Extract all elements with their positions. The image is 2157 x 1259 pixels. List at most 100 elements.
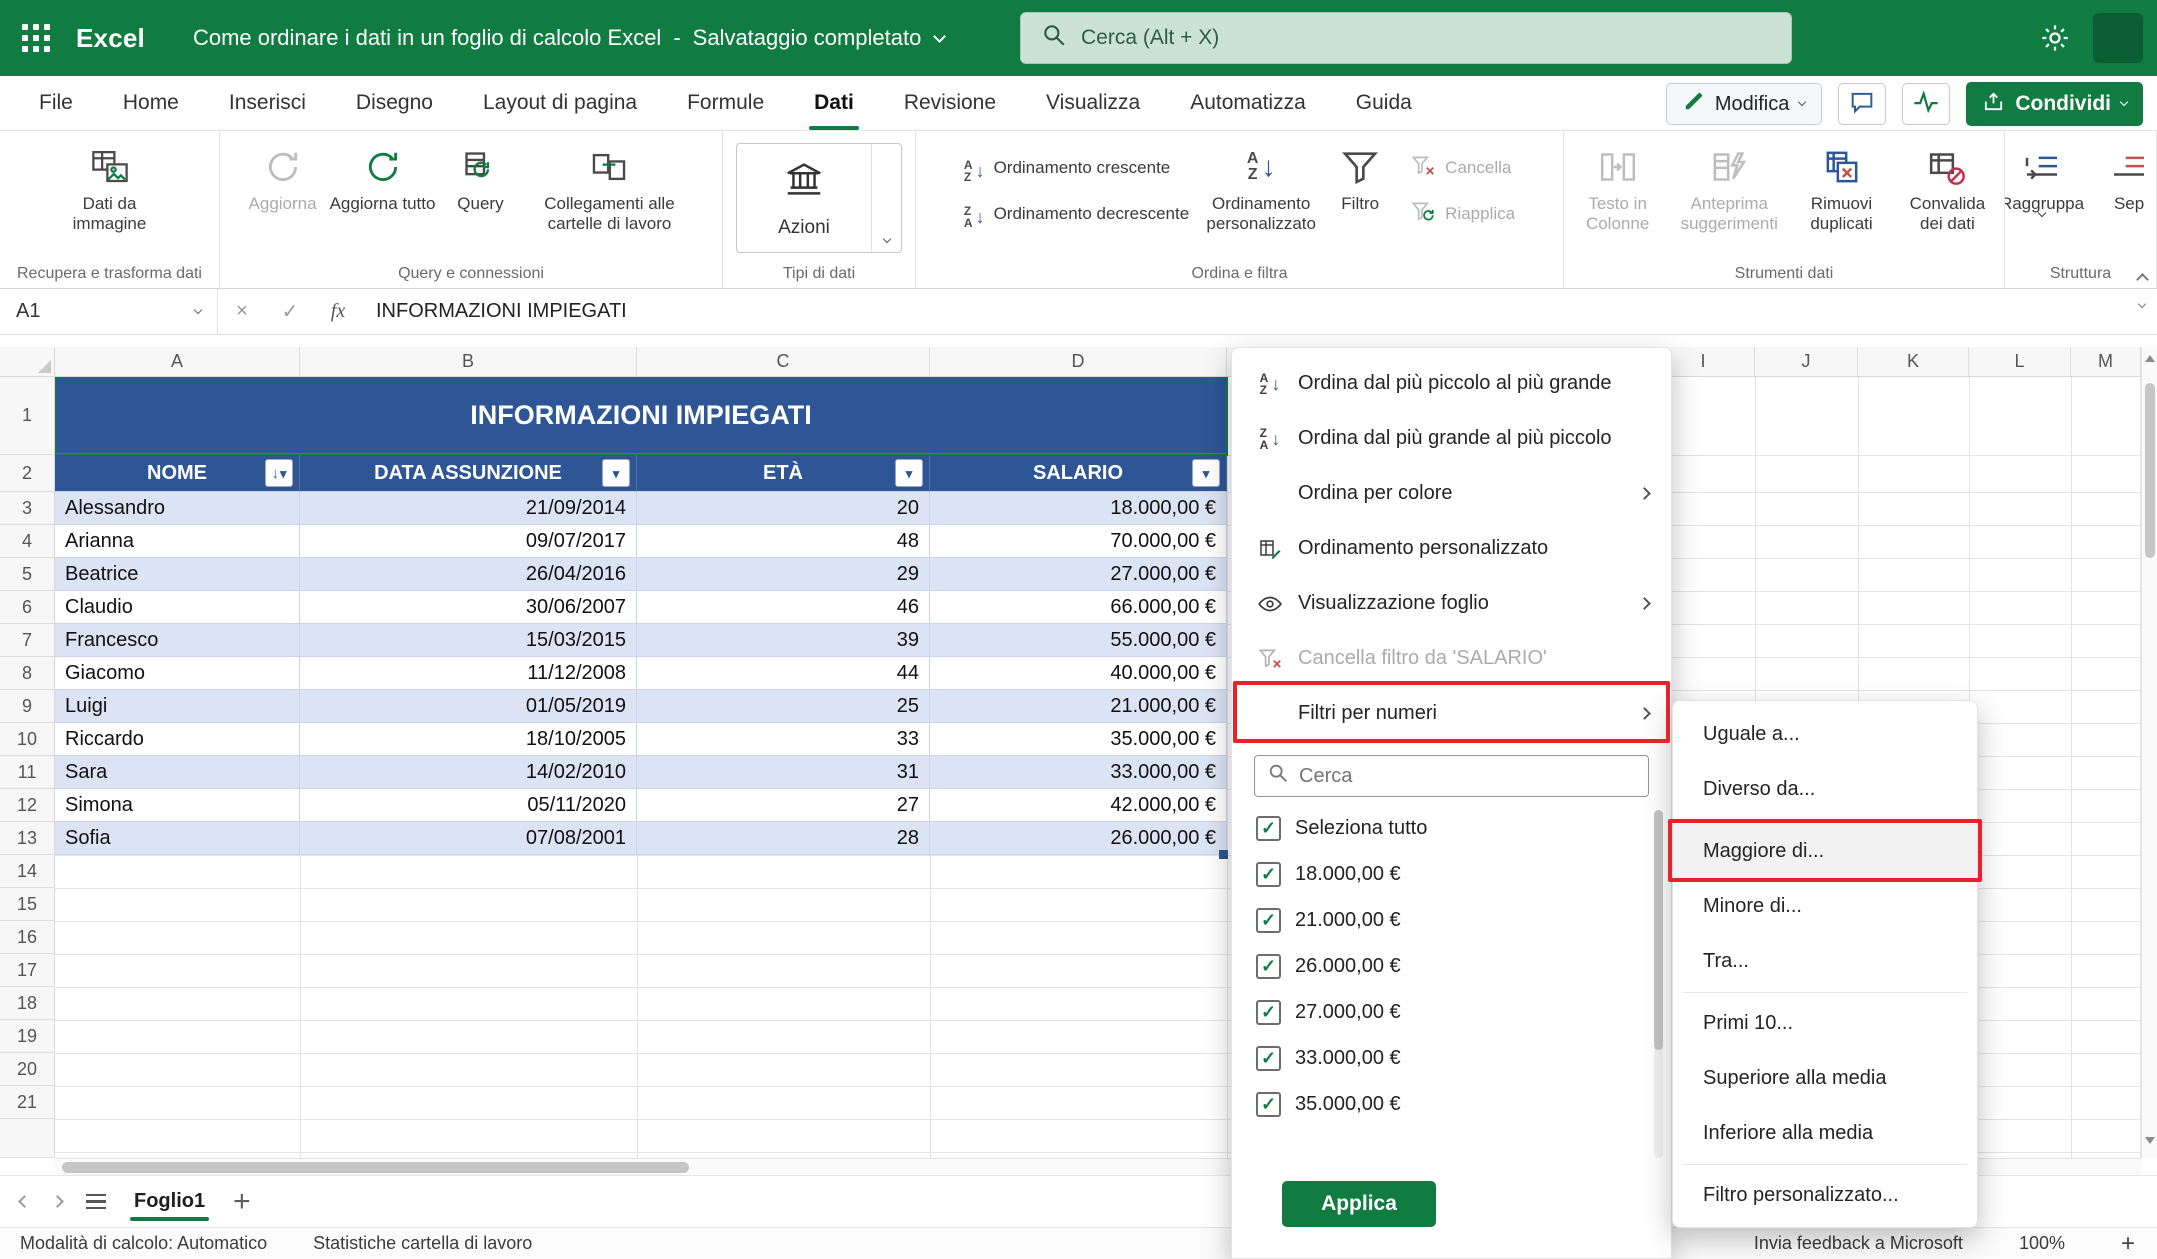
filter-dropdown-icon[interactable]: ▾ [1192, 459, 1220, 487]
cell[interactable]: Sofia [55, 822, 300, 855]
table-title-cell[interactable]: INFORMAZIONI IMPIEGATI [55, 377, 1227, 455]
cell[interactable]: 33.000,00 € [930, 756, 1227, 789]
row-header-12[interactable]: 12 [0, 789, 55, 822]
submenu-item-inferiore-alla-media[interactable]: Inferiore alla media [1673, 1106, 1977, 1161]
expand-formula-bar-icon[interactable] [2138, 300, 2146, 308]
checkbox-checked-icon[interactable]: ✓ [1256, 1092, 1281, 1117]
editing-mode-button[interactable]: Modifica [1666, 83, 1822, 125]
row-header-1[interactable]: 1 [0, 377, 55, 455]
column-header-c[interactable]: C [637, 347, 930, 376]
cell[interactable]: 30/06/2007 [300, 591, 637, 624]
tab-inserisci[interactable]: Inserisci [204, 76, 331, 130]
tab-layout-di-pagina[interactable]: Layout di pagina [458, 76, 662, 130]
ribbon-button-collegamenti-alle-cartelle-di-lavoro[interactable]: Collegamenti alle cartelle di lavoro [520, 139, 698, 238]
ribbon-button-query[interactable]: Query [443, 139, 517, 218]
cancel-entry-icon[interactable]: × [218, 300, 266, 323]
vertical-scrollbar[interactable] [2141, 347, 2157, 1158]
ribbon-button-ordinamento-personalizzato[interactable]: AZ↓Ordinamento personalizzato [1202, 139, 1320, 238]
tab-disegno[interactable]: Disegno [331, 76, 458, 130]
settings-gear-icon[interactable] [2039, 22, 2071, 59]
filter-value-seleziona-tutto[interactable]: ✓Seleziona tutto [1232, 805, 1671, 851]
app-name[interactable]: Excel [76, 23, 145, 54]
row-header-8[interactable]: 8 [0, 657, 55, 690]
column-header-j[interactable]: J [1755, 347, 1858, 376]
row-header-20[interactable]: 20 [0, 1053, 55, 1086]
ribbon-button-filtro[interactable]: Filtro [1323, 139, 1397, 218]
row-header-3[interactable]: 3 [0, 492, 55, 525]
checkbox-checked-icon[interactable]: ✓ [1256, 1000, 1281, 1025]
submenu-item-uguale-a[interactable]: Uguale a... [1673, 707, 1977, 762]
add-sheet-button[interactable]: + [233, 1187, 251, 1217]
filter-value-18-000-00[interactable]: ✓18.000,00 € [1232, 851, 1671, 897]
cell[interactable]: 55.000,00 € [930, 624, 1227, 657]
cell[interactable]: 42.000,00 € [930, 789, 1227, 822]
sorted-filter-dropdown-icon[interactable]: ↓▾ [265, 459, 293, 487]
row-header-6[interactable]: 6 [0, 591, 55, 624]
filter-value-35-000-00[interactable]: ✓35.000,00 € [1232, 1081, 1671, 1127]
menu-item-ordina-dal-più-piccolo-al-più-grande[interactable]: AZ↓Ordina dal più piccolo al più grande [1232, 356, 1671, 411]
row-header-17[interactable]: 17 [0, 954, 55, 987]
menu-item-visualizzazione-foglio[interactable]: Visualizzazione foglio [1232, 576, 1671, 631]
cell[interactable]: 07/08/2001 [300, 822, 637, 855]
filter-value-27-000-00[interactable]: ✓27.000,00 € [1232, 989, 1671, 1035]
row-header-13[interactable]: 13 [0, 822, 55, 855]
cell[interactable]: 18/10/2005 [300, 723, 637, 756]
column-header-m[interactable]: M [2071, 347, 2141, 376]
cell[interactable]: 01/05/2019 [300, 690, 637, 723]
cell[interactable]: 48 [637, 525, 930, 558]
cell[interactable]: 21.000,00 € [930, 690, 1227, 723]
next-sheet-icon[interactable] [51, 1195, 64, 1208]
zoom-in-button[interactable]: + [2121, 1230, 2135, 1258]
menu-item-ordina-per-colore[interactable]: Ordina per colore [1232, 466, 1671, 521]
workbook-stats-status[interactable]: Statistiche cartella di lavoro [313, 1233, 532, 1254]
ribbon-gallery-azioni[interactable]: Azioni [736, 143, 902, 253]
cell[interactable]: Francesco [55, 624, 300, 657]
submenu-item-minore-di[interactable]: Minore di... [1673, 879, 1977, 934]
name-box[interactable]: A1 [0, 289, 218, 334]
row-header-5[interactable]: 5 [0, 558, 55, 591]
ribbon-button-dati-da-immagine[interactable]: Dati da immagine [51, 139, 169, 238]
column-header-b[interactable]: B [300, 347, 637, 376]
ribbon-button-ordinamento-decrescente[interactable]: ZA↓Ordinamento decrescente [954, 195, 1199, 233]
cell[interactable]: 27.000,00 € [930, 558, 1227, 591]
gallery-dropdown-button[interactable] [871, 144, 901, 252]
cell[interactable]: 27 [637, 789, 930, 822]
submenu-item-maggiore-di[interactable]: Maggiore di... [1673, 824, 1977, 879]
ribbon-button-rimuovi-duplicati[interactable]: Rimuovi duplicati [1791, 139, 1892, 238]
cell[interactable]: 26.000,00 € [930, 822, 1227, 855]
confirm-entry-icon[interactable]: ✓ [266, 299, 314, 324]
cell[interactable]: 05/11/2020 [300, 789, 637, 822]
cell[interactable]: 28 [637, 822, 930, 855]
cell[interactable]: 14/02/2010 [300, 756, 637, 789]
comments-button[interactable] [1838, 83, 1886, 125]
cell[interactable]: Riccardo [55, 723, 300, 756]
tab-file[interactable]: File [14, 76, 98, 130]
tab-guida[interactable]: Guida [1331, 76, 1437, 130]
tab-dati[interactable]: Dati [789, 76, 879, 130]
cell[interactable]: 11/12/2008 [300, 657, 637, 690]
cell[interactable]: Simona [55, 789, 300, 822]
cell[interactable]: 31 [637, 756, 930, 789]
cell[interactable]: Luigi [55, 690, 300, 723]
filter-value-21-000-00[interactable]: ✓21.000,00 € [1232, 897, 1671, 943]
cell[interactable]: 20 [637, 492, 930, 525]
submenu-item-superiore-alla-media[interactable]: Superiore alla media [1673, 1051, 1977, 1106]
cell[interactable]: Giacomo [55, 657, 300, 690]
row-header-2[interactable]: 2 [0, 455, 55, 492]
search-input[interactable]: Cerca (Alt + X) [1020, 12, 1792, 64]
app-launcher-icon[interactable] [22, 24, 50, 52]
row-header-15[interactable]: 15 [0, 888, 55, 921]
checkbox-checked-icon[interactable]: ✓ [1256, 908, 1281, 933]
tab-home[interactable]: Home [98, 76, 204, 130]
prev-sheet-icon[interactable] [18, 1195, 31, 1208]
menu-item-ordina-dal-più-grande-al-più-piccolo[interactable]: ZA↓Ordina dal più grande al più piccolo [1232, 411, 1671, 466]
tab-revisione[interactable]: Revisione [879, 76, 1021, 130]
scroll-up-arrow[interactable] [2145, 355, 2155, 362]
cell[interactable]: Claudio [55, 591, 300, 624]
select-all-corner[interactable] [0, 347, 55, 377]
submenu-item-primi-10[interactable]: Primi 10... [1673, 996, 1977, 1051]
cell[interactable]: 18.000,00 € [930, 492, 1227, 525]
row-header-7[interactable]: 7 [0, 624, 55, 657]
filter-search-input[interactable]: Cerca [1254, 755, 1649, 797]
apply-filter-button[interactable]: Applica [1282, 1181, 1436, 1227]
